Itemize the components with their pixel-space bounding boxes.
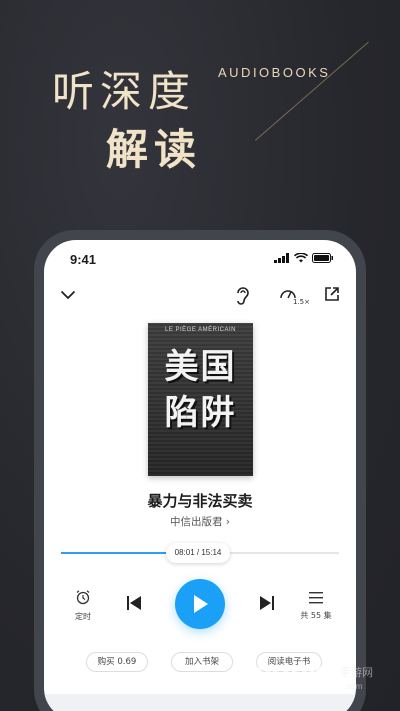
book-title: 暴力与非法买卖 bbox=[147, 492, 253, 510]
chevron-down-icon[interactable] bbox=[60, 290, 76, 300]
ear-icon[interactable] bbox=[234, 286, 250, 306]
publisher-link[interactable]: 中信出版君 › bbox=[44, 514, 356, 529]
chapter-list-button[interactable]: 共 55 集 bbox=[298, 589, 334, 621]
timer-label: 定时 bbox=[75, 612, 91, 621]
battery-icon bbox=[312, 253, 333, 263]
list-icon bbox=[309, 592, 323, 604]
progress-time-pill[interactable]: 08:01 / 15:14 bbox=[166, 543, 230, 563]
watermark-subtext: 手游网 bbox=[340, 666, 373, 679]
previous-track-icon[interactable] bbox=[126, 595, 142, 611]
alarm-clock-icon bbox=[76, 590, 90, 605]
player-topbar: 1.5× bbox=[44, 284, 356, 314]
signal-icon bbox=[274, 253, 289, 263]
sleep-timer-button[interactable]: 定时 bbox=[68, 589, 98, 622]
hero-english-label: AUDIOBOOKS bbox=[218, 65, 331, 80]
book-cover[interactable]: LE PIÈGE AMÉRICAIN 美国 陷阱 bbox=[148, 323, 253, 476]
play-button[interactable] bbox=[175, 579, 225, 629]
phone-screen: 9:41 1.5× LE PIÈGE AMÉRICAIN 美国 陷阱 暴力与非法… bbox=[44, 240, 356, 711]
cover-title-line2: 陷阱 bbox=[164, 393, 237, 433]
cover-title-line1: 美国 bbox=[164, 347, 237, 387]
buy-button[interactable]: 购买 0.69 bbox=[86, 652, 148, 672]
cover-subtitle: LE PIÈGE AMÉRICAIN bbox=[164, 327, 237, 333]
play-icon bbox=[194, 595, 208, 613]
status-time: 9:41 bbox=[70, 252, 97, 267]
watermark-logo: 2265 bbox=[252, 660, 325, 698]
playback-controls: 定时 共 55 集 bbox=[44, 575, 356, 635]
wifi-icon bbox=[294, 253, 308, 263]
playback-speed-button[interactable]: 1.5× bbox=[279, 286, 310, 310]
status-bar: 9:41 bbox=[44, 240, 356, 278]
watermark-url: .com bbox=[345, 682, 363, 691]
speed-label: 1.5× bbox=[293, 298, 310, 306]
next-track-icon[interactable] bbox=[259, 595, 275, 611]
share-icon[interactable] bbox=[324, 286, 340, 302]
hero-title-line2: 解读 bbox=[106, 125, 203, 174]
add-to-shelf-button[interactable]: 加入书架 bbox=[171, 652, 233, 672]
status-icons bbox=[274, 253, 334, 263]
hero-title-line1: 听深度 bbox=[52, 67, 197, 116]
chapters-count-label: 共 55 集 bbox=[300, 611, 332, 620]
